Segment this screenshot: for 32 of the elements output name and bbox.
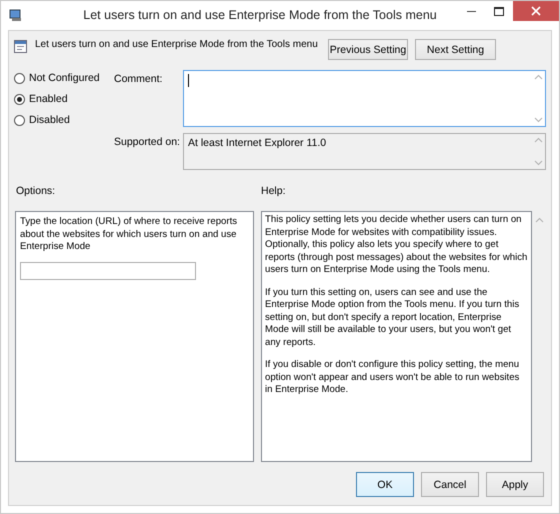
comment-field[interactable] bbox=[183, 70, 546, 127]
help-paragraph: If you turn this setting on, users can see and use the Enterprise Mode option from the Tools menu. If you turn this setting on, but don't specify a report location, Enterprise Mode will still be available to your users, but you won't get any reports. bbox=[265, 286, 520, 349]
url-field[interactable] bbox=[20, 262, 196, 280]
help-paragraph: This policy setting lets you decide whether users can turn on Enterprise Mode for websites with compatibility issues. Optionally, this policy also lets you specify where to get reports (through post messages) about the websites for which users turn on Enterprise Mode using the Tools menu. bbox=[265, 214, 528, 276]
policy-icon bbox=[14, 40, 27, 53]
help-label: Help: bbox=[261, 184, 287, 197]
scroll-down-icon[interactable] bbox=[534, 160, 542, 166]
help-paragraph: If you disable or don't configure this policy setting, the menu option won't appear and users won't be able to run websites in Enterprise Mode. bbox=[265, 359, 520, 396]
minimize-icon bbox=[466, 10, 476, 12]
ok-button[interactable]: OK bbox=[356, 472, 414, 497]
scroll-up-icon[interactable] bbox=[534, 137, 542, 143]
setting-name: Let users turn on and use Enterprise Mode from the Tools menu bbox=[35, 38, 318, 50]
radio-option[interactable]: Disabled bbox=[14, 114, 114, 126]
close-button[interactable] bbox=[513, 1, 559, 21]
radio-option[interactable]: Enabled bbox=[14, 93, 114, 105]
next-setting-button[interactable]: Next Setting bbox=[415, 39, 496, 60]
options-label: Options: bbox=[16, 184, 56, 197]
close-icon bbox=[531, 6, 541, 16]
radio-option[interactable]: Not Configured bbox=[14, 72, 114, 84]
cancel-button[interactable]: Cancel bbox=[421, 472, 479, 497]
maximize-icon bbox=[494, 6, 504, 16]
comment-label: Comment: bbox=[114, 72, 164, 87]
options-description: Type the location (URL) of where to receive reports about the websites for which users turn on and use Enterprise Mode bbox=[20, 216, 238, 254]
supported-on-label: Supported on: bbox=[114, 135, 181, 150]
scroll-up-icon[interactable] bbox=[534, 217, 544, 223]
supported-on-field: At least Internet Explorer 11.0 bbox=[183, 133, 546, 170]
app-icon bbox=[9, 8, 23, 22]
scroll-down-icon[interactable] bbox=[534, 117, 542, 123]
scroll-up-icon[interactable] bbox=[534, 74, 542, 80]
apply-button[interactable]: Apply bbox=[486, 472, 544, 497]
window-title: Let users turn on and use Enterprise Mode from the Tools menu bbox=[82, 7, 438, 22]
previous-setting-button[interactable]: Previous Setting bbox=[328, 39, 408, 60]
